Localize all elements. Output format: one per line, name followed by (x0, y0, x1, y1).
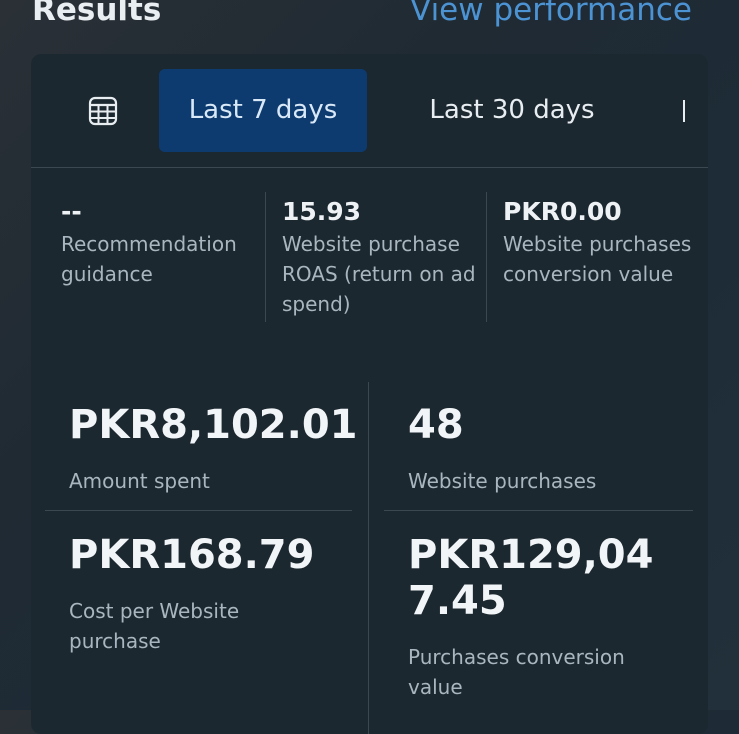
metric-amount-spent: PKR8,102.01 Amount spent (69, 402, 359, 496)
summary-label: Recommendation guidance (61, 232, 237, 286)
metric-value: PKR129,047.45 (408, 532, 654, 624)
date-range-tabs: Last 7 days Last 30 days (31, 54, 708, 168)
summary-roas: 15.93 Website purchase ROAS (return on a… (282, 195, 487, 319)
page-title: Results (32, 0, 162, 28)
metric-purchases-conversion-value: PKR129,047.45 Purchases conversion value (408, 532, 673, 702)
results-card: Last 7 days Last 30 days -- Recommendati… (31, 54, 708, 734)
metric-label: Cost per Website purchase (69, 599, 240, 653)
summary-divider (265, 192, 266, 322)
metric-cost-per-purchase: PKR168.79 Cost per Website purchase (69, 532, 359, 656)
summary-label: Website purchases conversion value (503, 232, 692, 286)
metric-value: PKR8,102.01 (69, 402, 358, 448)
metric-label: Purchases conversion value (408, 645, 625, 699)
tab-last-30-days[interactable]: Last 30 days (397, 69, 627, 152)
metric-label: Website purchases (408, 469, 597, 493)
metrics-center-divider (368, 382, 369, 734)
tab-last-7-days[interactable]: Last 7 days (159, 69, 367, 152)
metrics-row-divider (45, 510, 352, 511)
table-grid-icon[interactable] (88, 96, 118, 126)
tab-scroll-divider (683, 100, 685, 122)
summary-recommendation: -- Recommendation guidance (61, 195, 256, 289)
metric-value: PKR168.79 (69, 532, 315, 578)
view-performance-link[interactable]: View performance (410, 0, 692, 30)
summary-divider (486, 192, 487, 322)
metric-label: Amount spent (69, 469, 210, 493)
metric-website-purchases: 48 Website purchases (408, 402, 698, 496)
summary-value: -- (61, 197, 82, 226)
summary-value: PKR0.00 (503, 197, 622, 226)
metrics-row-divider (384, 510, 693, 511)
summary-label: Website purchase ROAS (return on ad spen… (282, 232, 476, 316)
metric-value: 48 (408, 402, 464, 448)
summary-conversion-value: PKR0.00 Website purchases conversion val… (503, 195, 708, 289)
summary-value: 15.93 (282, 197, 362, 226)
